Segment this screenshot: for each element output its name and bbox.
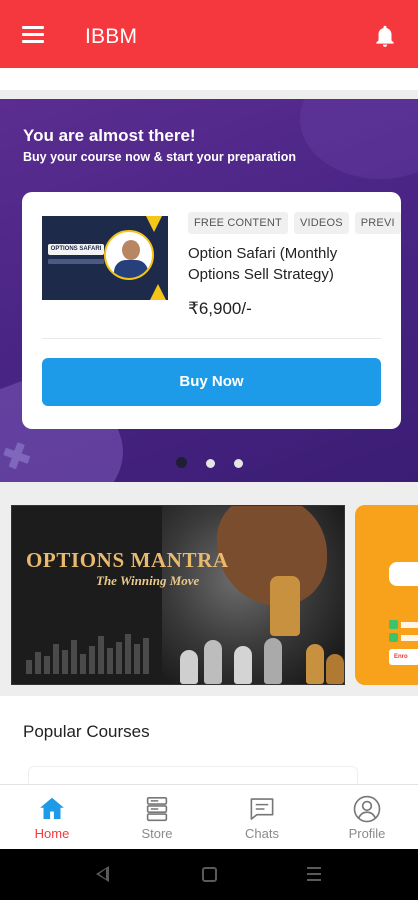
- app-title: IBBM: [85, 25, 138, 48]
- carousel-dot[interactable]: [176, 457, 187, 468]
- hamburger-menu-icon[interactable]: [22, 26, 44, 44]
- check-icon: [389, 620, 398, 629]
- section-title: Popular Courses: [23, 722, 150, 741]
- nav-label: Profile: [348, 826, 386, 841]
- chip-preview: PREVI: [354, 212, 401, 234]
- course-card[interactable]: OPTIONS SAFARI FREE CONTENT VIDEOS PREVI O…: [22, 192, 401, 429]
- enroll-button[interactable]: Enro: [389, 649, 418, 665]
- course-card-peek[interactable]: [28, 766, 358, 784]
- store-icon: [146, 796, 168, 822]
- home-button-icon[interactable]: [202, 867, 217, 882]
- header-spacer: [0, 68, 418, 90]
- nav-label: Store: [141, 826, 173, 841]
- course-chips: FREE CONTENT VIDEOS PREVI: [188, 212, 401, 236]
- recents-icon[interactable]: [307, 867, 321, 882]
- bottom-navigation: Home Store Chats Profile: [0, 784, 418, 849]
- carousel-dot[interactable]: [234, 459, 243, 468]
- secondary-banner[interactable]: Enro: [355, 505, 418, 685]
- decor-shape: [300, 99, 418, 179]
- course-price: ₹6,900/-: [188, 299, 252, 318]
- promo-heading: You are almost there!: [23, 126, 196, 145]
- app-bar: IBBM: [0, 0, 418, 68]
- popular-courses-section: Popular Courses: [0, 696, 418, 784]
- banner-tagline: The Winning Move: [96, 573, 200, 588]
- instructor-avatar: [104, 230, 154, 280]
- nav-home[interactable]: Home: [0, 785, 104, 850]
- system-navigation-bar: [0, 849, 418, 900]
- chat-icon: [250, 798, 274, 820]
- promo-section: ✚ You are almost there! Buy your course …: [0, 99, 418, 482]
- nav-store[interactable]: Store: [105, 785, 209, 850]
- divider: [42, 338, 381, 339]
- chip-videos: VIDEOS: [293, 212, 349, 234]
- course-thumbnail[interactable]: OPTIONS SAFARI: [42, 216, 168, 300]
- back-icon[interactable]: [96, 866, 109, 882]
- nav-label: Chats: [245, 826, 279, 841]
- banner-carousel: OPTIONS MANTRA The Winning Move Enro: [0, 482, 418, 696]
- buy-now-button[interactable]: Buy Now: [42, 358, 381, 406]
- chess-king-image: [270, 576, 300, 636]
- chart-decor: [26, 634, 166, 674]
- thumbnail-tag: OPTIONS SAFARI: [48, 244, 104, 255]
- carousel-dot[interactable]: [206, 459, 215, 468]
- carousel-indicator: [176, 455, 262, 468]
- profile-icon: [353, 795, 381, 823]
- nav-label: Home: [34, 826, 70, 841]
- nav-chats[interactable]: Chats: [210, 785, 314, 850]
- options-mantra-banner[interactable]: OPTIONS MANTRA The Winning Move: [11, 505, 345, 685]
- course-title: Option Safari (Monthly Options Sell Stra…: [188, 245, 338, 283]
- nav-profile[interactable]: Profile: [315, 785, 418, 850]
- promo-subheading: Buy your course now & start your prepara…: [23, 150, 296, 164]
- check-icon: [389, 633, 398, 642]
- banner-heading: OPTIONS MANTRA: [26, 548, 229, 572]
- bell-icon[interactable]: [372, 23, 398, 49]
- home-icon: [40, 797, 64, 819]
- chip-free-content: FREE CONTENT: [188, 212, 288, 234]
